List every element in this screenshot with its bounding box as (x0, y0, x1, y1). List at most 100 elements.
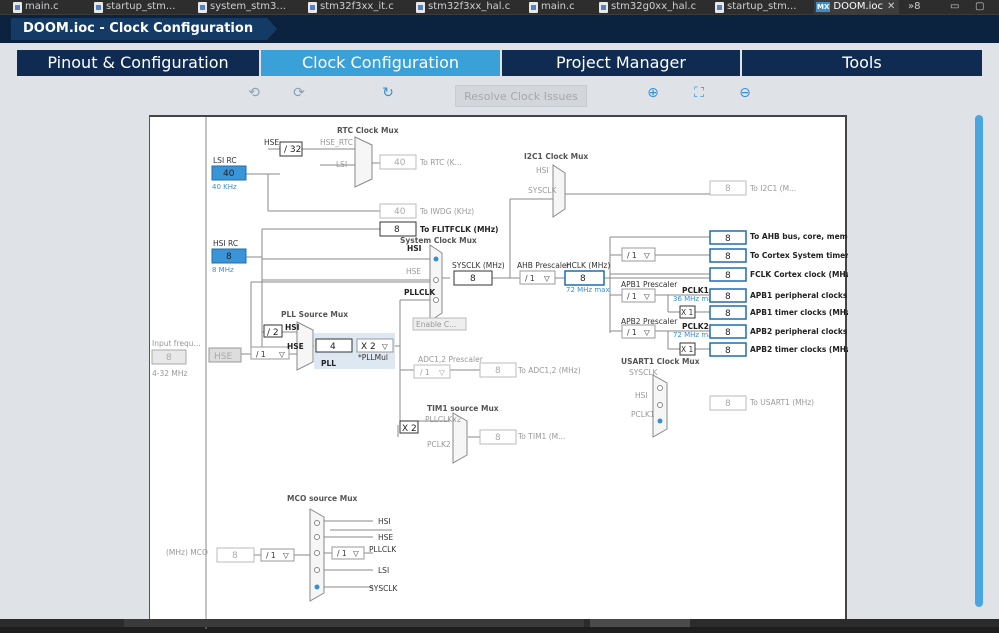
editor-tab[interactable]: main.c (10, 0, 59, 15)
flit-out-label: To FLITFCLK (MHz) (420, 225, 498, 234)
chevron-down-icon: ▽ (382, 342, 388, 351)
apb1-timer-mul: X 1 (681, 308, 694, 317)
hclk-max: 72 MHz max (566, 286, 610, 294)
editor-tab[interactable]: system_stm3... (195, 0, 286, 15)
close-icon[interactable]: ✕ (887, 1, 895, 12)
usart1-pclk1-radio[interactable] (657, 418, 663, 424)
sysclk-pll-radio[interactable] (433, 297, 439, 303)
tim1-mux-title: TIM1 source Mux (427, 404, 499, 413)
pll-mul-label: *PLLMul (358, 353, 388, 362)
editor-tab[interactable]: stm32g0xx_hal.c (596, 0, 696, 15)
tim1-pllclk-label: PLLCLKx2 (425, 415, 462, 424)
i2c1-sysclk-label: SYSCLK (528, 186, 558, 195)
title-band: DOOM.ioc - Clock Configuration (0, 15, 999, 43)
editor-tab[interactable]: main.c (526, 0, 575, 15)
mco-pll-div-value: / 1 (337, 549, 347, 558)
chevron-down-icon: ▽ (283, 551, 289, 560)
mx-icon: MX (816, 2, 831, 12)
zoom-in-icon[interactable]: ⊕ (644, 85, 662, 101)
tab-pinout[interactable]: Pinout & Configuration (17, 50, 259, 76)
maximize-icon[interactable]: ▢ (975, 0, 984, 15)
chevron-down-icon: ▽ (644, 251, 650, 260)
iwdg-out-label: To IWDG (KHz) (419, 207, 474, 216)
pclk2-label: PCLK2 (682, 322, 709, 331)
tab-tools[interactable]: Tools (742, 50, 982, 76)
apb2-prescaler-value: / 1 (627, 328, 637, 337)
tab-clock-configuration[interactable]: Clock Configuration (261, 50, 500, 76)
c-file-icon (13, 2, 22, 13)
input-freq-range: 4-32 MHz (152, 369, 188, 378)
status-segment (124, 619, 584, 627)
refresh-icon[interactable]: ↻ (379, 85, 397, 101)
i2c1-out-label: To I2C1 (M... (749, 184, 796, 193)
mco-hse-label: HSE (378, 533, 393, 542)
apb2-timer-mul: X 1 (681, 345, 694, 354)
cortex-div-value: / 1 (627, 251, 637, 260)
mco-lsi-radio[interactable] (314, 567, 320, 573)
editor-tab[interactable]: stm32f3xx_hal.c (413, 0, 510, 15)
fclk-out-value: 8 (725, 271, 731, 281)
c-file-icon (416, 2, 425, 13)
mco-lsi-label: LSI (378, 566, 389, 575)
tim1-out-label: To TIM1 (M... (517, 432, 565, 441)
fit-icon[interactable]: ⛶ (690, 85, 708, 101)
hsi-rc-value: 8 (226, 252, 232, 262)
apb1-periph-out-label: APB1 peripheral clocks (MHz) (750, 291, 848, 300)
apb1-prescaler-value: / 1 (627, 292, 637, 301)
flit-value: 8 (394, 225, 400, 235)
vertical-scrollbar[interactable] (975, 115, 983, 607)
main-tabs: Pinout & Configuration Clock Configurati… (17, 50, 982, 76)
mco-hsi-label: HSI (378, 517, 391, 526)
rtc-clock-mux[interactable] (354, 136, 373, 188)
apb1-prescaler-label: APB1 Prescaler (621, 280, 678, 289)
pll-source-hsi: HSI (285, 323, 300, 332)
editor-tab[interactable]: startup_stm... (712, 0, 796, 15)
mco-hse-radio[interactable] (314, 534, 320, 540)
i2c1-mux-title: I2C1 Clock Mux (524, 152, 588, 161)
hsi-rc-label: HSI RC (213, 239, 238, 248)
rtc-div32: / 32 (284, 145, 301, 155)
chevron-down-icon: ▽ (279, 350, 285, 359)
editor-tab-active[interactable]: MX DOOM.ioc ✕ (814, 0, 900, 15)
undo-icon[interactable]: ⟲ (245, 85, 263, 101)
editor-tab[interactable]: startup_stm... (91, 0, 175, 15)
resolve-clock-issues-button[interactable]: Resolve Clock Issues (455, 85, 587, 107)
ahb-out-label: To AHB bus, core, memory and DMA (MHz) (750, 232, 848, 241)
c-file-icon (599, 2, 608, 13)
usart1-sysclk-radio[interactable] (657, 385, 663, 391)
pll-source-title: PLL Source Mux (281, 310, 348, 319)
chevron-down-icon: ▽ (439, 368, 445, 377)
clock-tree-diagram: RTC Clock Mux HSE / 32 HSE_RTC LSI 40 To… (149, 115, 929, 629)
hsi-rc-unit: 8 MHz (212, 266, 234, 274)
adc-out-label: To ADC1,2 (MHz) (517, 366, 581, 375)
mco-sysclk-radio[interactable] (314, 584, 320, 590)
zoom-out-icon[interactable]: ⊖ (736, 85, 754, 101)
mco-pllclk-radio[interactable] (314, 550, 320, 556)
sysclk-hsi-radio[interactable] (433, 256, 439, 262)
mco-sysclk-label: SYSCLK (369, 584, 399, 593)
i2c1-hsi-label: HSI (536, 166, 549, 175)
rtc-value: 40 (394, 158, 406, 168)
mco-value: 8 (232, 551, 238, 561)
apb1-periph-out-value: 8 (725, 292, 731, 302)
minimize-icon[interactable]: ▭ (950, 0, 959, 15)
input-freq-value: 8 (166, 353, 172, 363)
sysclk-hse-radio[interactable] (433, 277, 439, 283)
usart1-hsi-radio[interactable] (657, 402, 663, 408)
adc-prescaler-value: / 1 (420, 368, 430, 377)
tab-project-manager[interactable]: Project Manager (502, 50, 740, 76)
editor-tab[interactable]: stm32f3xx_it.c (305, 0, 394, 15)
tab-overflow[interactable]: »8 (908, 0, 920, 15)
iwdg-value: 40 (394, 207, 406, 217)
enable-css-label: Enable C... (416, 320, 456, 329)
mco-hsi-radio[interactable] (314, 520, 320, 526)
chevron-down-icon: ▽ (644, 328, 650, 337)
ahb-prescaler-value: / 1 (525, 274, 535, 283)
adc-value: 8 (495, 366, 501, 376)
pll-value: 4 (330, 342, 336, 352)
pll-label: PLL (321, 359, 336, 368)
apb1-timer-out-value: 8 (725, 309, 731, 319)
pclk1-label: PCLK1 (682, 286, 709, 295)
apb1-timer-out-label: APB1 timer clocks (MHz) (750, 308, 848, 317)
redo-icon[interactable]: ⟳ (290, 85, 308, 101)
